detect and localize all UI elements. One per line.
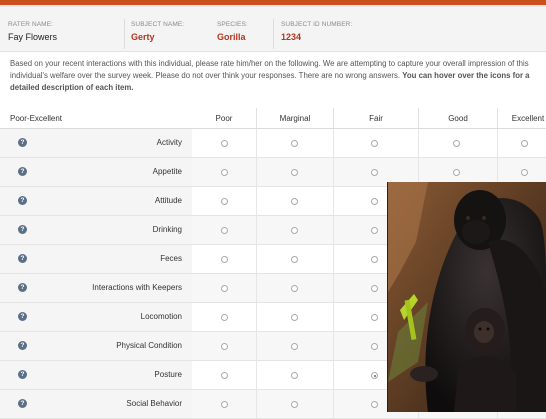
subject-info-bar: RATER NAME: Fay Flowers SUBJECT NAME: Ge…	[0, 7, 546, 52]
info-icon[interactable]: ?	[18, 225, 27, 234]
column-marginal: Marginal	[279, 114, 311, 123]
info-icon[interactable]: ?	[18, 283, 27, 292]
rating-radio-good[interactable]	[453, 140, 460, 147]
info-icon[interactable]: ?	[18, 138, 27, 147]
subject-id-info: SUBJECT ID NUMBER: 1234	[281, 21, 352, 42]
rating-radio-marginal[interactable]	[291, 256, 298, 263]
rating-radio-fair[interactable]	[371, 401, 378, 408]
rating-item-label: Feces	[160, 254, 182, 263]
rating-radio-poor[interactable]	[221, 140, 228, 147]
rating-radio-poor[interactable]	[221, 314, 228, 321]
rating-radio-good[interactable]	[453, 169, 460, 176]
rating-radio-marginal[interactable]	[291, 401, 298, 408]
rating-item-label: Physical Condition	[116, 341, 182, 350]
column-fair: Fair	[369, 114, 383, 123]
column-poor: Poor	[215, 114, 233, 123]
rating-radio-fair[interactable]	[371, 285, 378, 292]
rating-radio-marginal[interactable]	[291, 372, 298, 379]
rating-radio-fair[interactable]	[371, 227, 378, 234]
rating-radio-poor[interactable]	[221, 343, 228, 350]
rating-radio-fair[interactable]	[371, 314, 378, 321]
subject-name-info: SUBJECT NAME: Gerty	[131, 21, 184, 42]
rating-radio-poor[interactable]	[221, 198, 228, 205]
rating-radio-marginal[interactable]	[291, 169, 298, 176]
info-icon[interactable]: ?	[18, 312, 27, 321]
rating-radio-fair[interactable]	[371, 343, 378, 350]
species-value: Gorilla	[217, 32, 246, 42]
rating-radio-excellent[interactable]	[521, 140, 528, 147]
rating-grid-header: Poor-Excellent Poor Marginal Fair Good E…	[0, 108, 546, 129]
rating-item-label: Attitude	[154, 196, 182, 205]
rating-radio-poor[interactable]	[221, 401, 228, 408]
rating-item-label: Drinking	[152, 225, 182, 234]
rating-radio-poor[interactable]	[221, 227, 228, 234]
rating-radio-marginal[interactable]	[291, 227, 298, 234]
rating-radio-fair[interactable]	[371, 372, 378, 379]
survey-instructions: Based on your recent interactions with t…	[10, 58, 544, 94]
info-icon[interactable]: ?	[18, 254, 27, 263]
rater-name-value: Fay Flowers	[8, 32, 58, 42]
column-excellent: Excellent	[511, 114, 545, 123]
gorilla-photo	[387, 182, 546, 412]
rating-radio-fair[interactable]	[371, 198, 378, 205]
info-icon[interactable]: ?	[18, 370, 27, 379]
rating-radio-fair[interactable]	[371, 256, 378, 263]
info-icon[interactable]: ?	[18, 167, 27, 176]
rating-radio-marginal[interactable]	[291, 140, 298, 147]
rating-radio-marginal[interactable]	[291, 343, 298, 350]
info-icon[interactable]: ?	[18, 196, 27, 205]
rating-item-label: Appetite	[152, 167, 182, 176]
subject-id-label: SUBJECT ID NUMBER:	[281, 21, 353, 28]
rating-radio-poor[interactable]	[221, 256, 228, 263]
rating-radio-marginal[interactable]	[291, 198, 298, 205]
rating-item-label: Activity	[156, 138, 182, 147]
rating-radio-poor[interactable]	[221, 285, 228, 292]
scale-header: Poor-Excellent	[10, 114, 63, 123]
rating-radio-excellent[interactable]	[521, 169, 528, 176]
rating-radio-marginal[interactable]	[291, 314, 298, 321]
rating-item-label: Locomotion	[140, 312, 182, 321]
species-info: SPECIES: Gorilla	[217, 21, 248, 42]
rating-radio-fair[interactable]	[371, 169, 378, 176]
rating-row: ? Activity	[0, 129, 546, 158]
column-good: Good	[448, 114, 468, 123]
subject-name-value: Gerty	[131, 32, 155, 42]
rating-radio-fair[interactable]	[371, 140, 378, 147]
info-icon[interactable]: ?	[18, 399, 27, 408]
rater-info: RATER NAME: Fay Flowers	[8, 21, 57, 42]
rating-item-label: Interactions with Keepers	[92, 283, 182, 292]
subject-name-label: SUBJECT NAME:	[131, 21, 185, 28]
info-icon[interactable]: ?	[18, 341, 27, 350]
rating-item-label: Posture	[154, 370, 182, 379]
subject-id-value: 1234	[281, 32, 302, 42]
rating-radio-marginal[interactable]	[291, 285, 298, 292]
species-label: SPECIES:	[217, 21, 248, 28]
rater-name-label: RATER NAME:	[8, 21, 54, 28]
rating-radio-poor[interactable]	[221, 372, 228, 379]
rating-item-label: Social Behavior	[126, 399, 182, 408]
rating-radio-poor[interactable]	[221, 169, 228, 176]
